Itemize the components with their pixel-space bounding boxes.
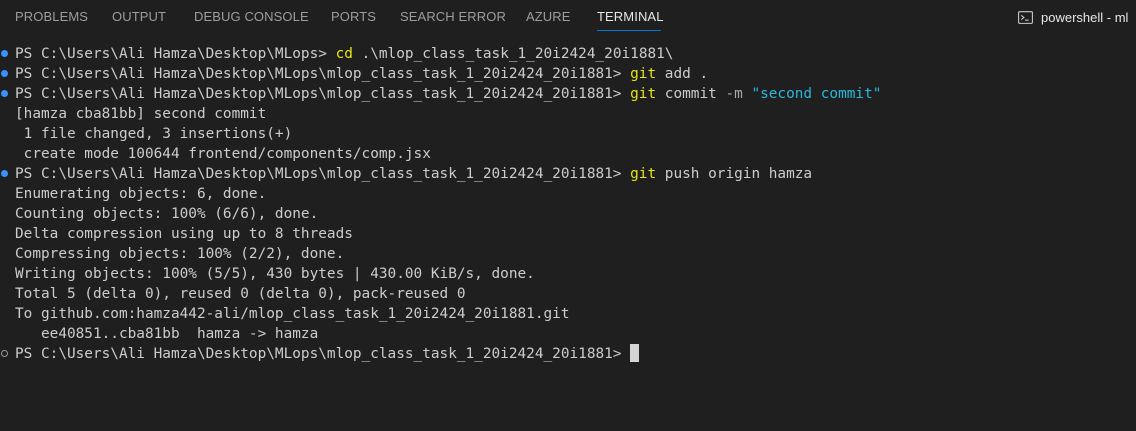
terminal-prompt-icon xyxy=(1018,10,1033,24)
tab-ports[interactable]: PORTS xyxy=(331,9,376,24)
terminal-line: [hamza cba81bb] second commit xyxy=(15,106,267,122)
tab-output[interactable]: OUTPUT xyxy=(112,9,166,24)
terminal-line: Total 5 (delta 0), reused 0 (delta 0), p… xyxy=(15,286,466,302)
command-success-decoration[interactable] xyxy=(1,170,8,177)
tab-search-error[interactable]: SEARCH ERROR xyxy=(400,9,506,24)
terminal-prompt-line[interactable]: PS C:\Users\Ali Hamza\Desktop\MLops\mlop… xyxy=(15,344,640,364)
terminal-line: PS C:\Users\Ali Hamza\Desktop\MLops\mlop… xyxy=(15,86,882,102)
terminal-cursor xyxy=(630,344,640,362)
tab-terminal[interactable]: TERMINAL xyxy=(597,9,664,24)
tab-debug-console[interactable]: DEBUG CONSOLE xyxy=(194,9,309,24)
panel-tab-bar: PROBLEMS OUTPUT DEBUG CONSOLE PORTS SEAR… xyxy=(0,0,1136,35)
tab-problems[interactable]: PROBLEMS xyxy=(15,9,88,24)
terminal-panel: PROBLEMS OUTPUT DEBUG CONSOLE PORTS SEAR… xyxy=(0,0,1136,431)
terminal-line: Counting objects: 100% (6/6), done. xyxy=(15,206,319,222)
terminal-line: ee40851..cba81bb hamza -> hamza xyxy=(15,326,319,342)
terminal-line: PS C:\Users\Ali Hamza\Desktop\MLops> cd … xyxy=(15,46,674,62)
terminal-line: PS C:\Users\Ali Hamza\Desktop\MLops\mlop… xyxy=(15,66,709,82)
active-tab-indicator xyxy=(597,30,661,31)
terminal-line: PS C:\Users\Ali Hamza\Desktop\MLops\mlop… xyxy=(15,166,813,182)
command-success-decoration[interactable] xyxy=(1,90,8,97)
terminal-instance-name: powershell - ml xyxy=(1041,9,1129,25)
terminal-output[interactable]: PS C:\Users\Ali Hamza\Desktop\MLops> cd … xyxy=(0,44,1136,431)
terminal-line: Enumerating objects: 6, done. xyxy=(15,186,267,202)
terminal-line: create mode 100644 frontend/components/c… xyxy=(15,146,431,162)
terminal-line: Writing objects: 100% (5/5), 430 bytes |… xyxy=(15,266,535,282)
terminal-instance-powershell[interactable]: powershell - ml xyxy=(1017,7,1128,27)
tab-azure[interactable]: AZURE xyxy=(526,9,571,24)
terminal-line: Delta compression using up to 8 threads xyxy=(15,226,353,242)
command-success-decoration[interactable] xyxy=(1,70,8,77)
terminal-line: Compressing objects: 100% (2/2), done. xyxy=(15,246,345,262)
command-success-decoration[interactable] xyxy=(1,50,8,57)
terminal-line: 1 file changed, 3 insertions(+) xyxy=(15,126,293,142)
terminal-line: To github.com:hamza442-ali/mlop_class_ta… xyxy=(15,306,570,322)
command-pending-decoration[interactable] xyxy=(1,350,8,357)
